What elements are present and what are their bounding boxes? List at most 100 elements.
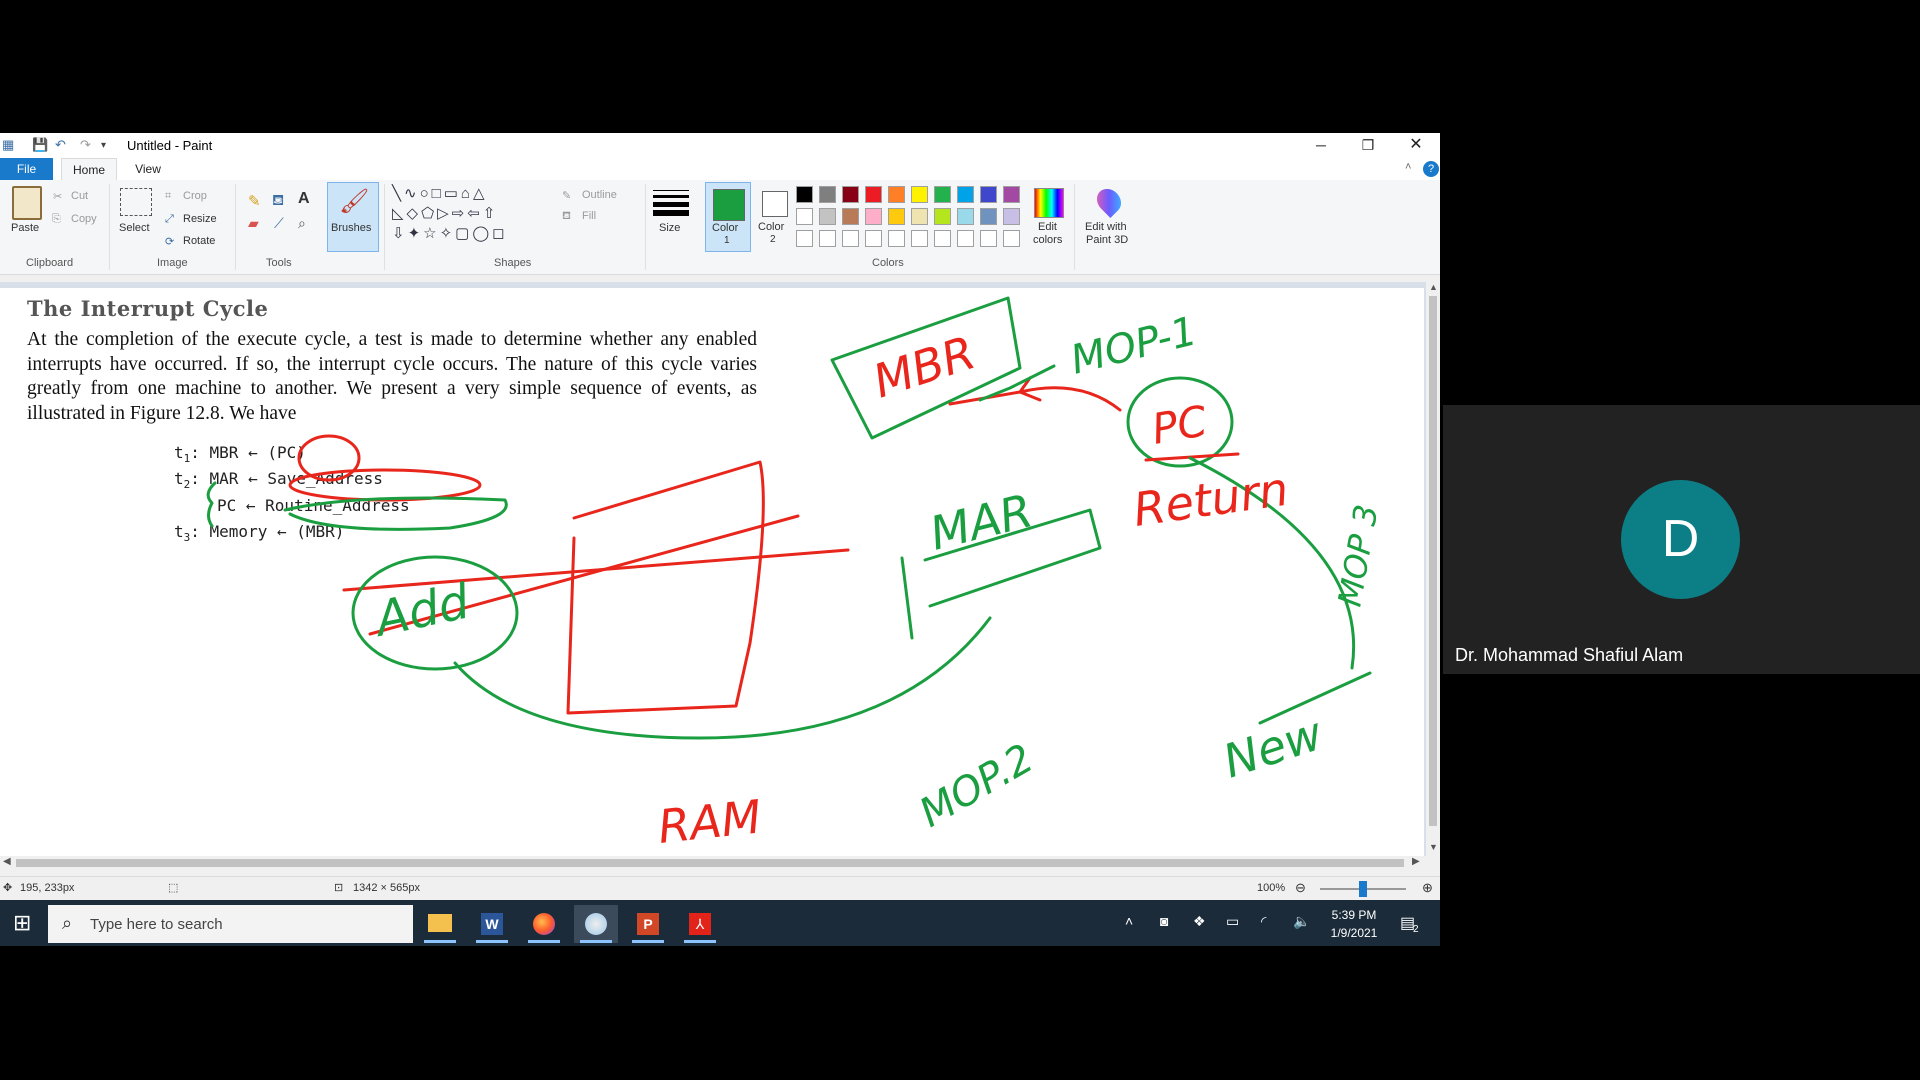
brushes-button[interactable]: 🖌 Brushes: [327, 182, 379, 252]
size-button[interactable]: Size: [659, 222, 680, 234]
palette-color-swatch[interactable]: [819, 186, 836, 203]
palette-color-swatch[interactable]: [865, 186, 882, 203]
zoom-slider-thumb[interactable]: [1359, 881, 1367, 897]
palette-color-swatch[interactable]: [980, 208, 997, 225]
collapse-ribbon-icon[interactable]: ˄: [1405, 161, 1411, 173]
palette-color-swatch[interactable]: [842, 230, 859, 247]
palette-color-swatch[interactable]: [1003, 230, 1020, 247]
vertical-scrollbar[interactable]: ▲ ▼: [1426, 282, 1440, 856]
close-button[interactable]: ✕: [1400, 135, 1432, 155]
participant-video-tile[interactable]: D Dr. Mohammad Shafiul Alam: [1443, 405, 1920, 674]
palette-color-swatch[interactable]: [957, 208, 974, 225]
dropbox-icon[interactable]: ❖: [1193, 913, 1206, 930]
color2-number: 2: [770, 234, 776, 245]
file-explorer-app[interactable]: [418, 905, 462, 943]
palette-color-swatch[interactable]: [957, 230, 974, 247]
edit-with-paint3d-button[interactable]: Edit with: [1085, 221, 1127, 233]
horizontal-scrollbar[interactable]: ◀ ▶: [0, 856, 1426, 870]
minimize-button[interactable]: ─: [1305, 135, 1337, 155]
zoom-slider[interactable]: [1320, 881, 1406, 897]
palette-color-swatch[interactable]: [934, 186, 951, 203]
palette-color-swatch[interactable]: [842, 186, 859, 203]
taskbar-search[interactable]: ⌕ Type here to search: [48, 905, 413, 943]
palette-color-swatch[interactable]: [796, 186, 813, 203]
palette-color-swatch[interactable]: [934, 230, 951, 247]
horizontal-scroll-thumb[interactable]: [16, 859, 1404, 867]
system-clock[interactable]: 5:39 PM 1/9/2021: [1318, 906, 1390, 942]
eraser-icon[interactable]: ▰: [248, 215, 259, 232]
show-hidden-icons[interactable]: ˄: [1125, 913, 1133, 929]
vertical-scroll-thumb[interactable]: [1429, 296, 1437, 826]
palette-color-swatch[interactable]: [980, 230, 997, 247]
meet-now-icon[interactable]: ◙: [1160, 913, 1168, 929]
pencil-icon[interactable]: ✎: [248, 192, 261, 210]
restore-button[interactable]: ❐: [1352, 135, 1384, 155]
acrobat-app[interactable]: ⅄: [678, 905, 722, 943]
fill-bucket-icon[interactable]: ⛾: [272, 192, 284, 211]
word-app[interactable]: W: [470, 905, 514, 943]
customize-toolbar-icon[interactable]: ▾: [101, 140, 106, 151]
firefox-app[interactable]: [522, 905, 566, 943]
fill-button[interactable]: Fill: [582, 210, 596, 222]
shapes-gallery[interactable]: ╲∿○□▭⌂△ ◺◇⬠▷⇨⇦⇧ ⇩✦☆✧▢◯◻: [392, 184, 548, 244]
save-icon[interactable]: 💾: [32, 137, 48, 153]
undo-icon[interactable]: ↶: [55, 137, 66, 153]
palette-color-swatch[interactable]: [888, 186, 905, 203]
palette-color-swatch[interactable]: [865, 208, 882, 225]
scroll-up-icon[interactable]: ▲: [1429, 282, 1438, 292]
rotate-button[interactable]: Rotate: [183, 235, 215, 247]
word-icon: W: [481, 913, 503, 935]
outline-button[interactable]: Outline: [582, 189, 617, 201]
palette-color-swatch[interactable]: [911, 186, 928, 203]
redo-icon[interactable]: ↷: [80, 137, 91, 153]
wifi-icon[interactable]: ◜: [1261, 913, 1266, 930]
palette-color-swatch[interactable]: [1003, 208, 1020, 225]
scroll-right-icon[interactable]: ▶: [1412, 856, 1420, 867]
palette-color-swatch[interactable]: [1003, 186, 1020, 203]
scroll-left-icon[interactable]: ◀: [3, 856, 11, 867]
palette-color-swatch[interactable]: [819, 230, 836, 247]
powerpoint-app[interactable]: P: [626, 905, 670, 943]
palette-color-swatch[interactable]: [911, 230, 928, 247]
help-icon[interactable]: ?: [1423, 161, 1439, 177]
scroll-down-icon[interactable]: ▼: [1429, 842, 1438, 852]
cursor-position: 195, 233px: [20, 882, 75, 894]
color1-button[interactable]: Color 1: [705, 182, 751, 252]
palette-color-swatch[interactable]: [796, 208, 813, 225]
palette-color-swatch[interactable]: [911, 208, 928, 225]
running-indicator: [580, 940, 612, 943]
palette-color-swatch[interactable]: [796, 230, 813, 247]
zoom-out-icon[interactable]: ⊖: [1295, 880, 1306, 896]
tab-home[interactable]: Home: [61, 158, 117, 181]
tab-view[interactable]: View: [130, 158, 166, 180]
select-button[interactable]: Select: [119, 222, 150, 234]
edit-colors-button[interactable]: Edit: [1038, 221, 1057, 233]
palette-color-swatch[interactable]: [819, 208, 836, 225]
palette-color-swatch[interactable]: [980, 186, 997, 203]
palette-color-swatch[interactable]: [888, 208, 905, 225]
palette-color-swatch[interactable]: [865, 230, 882, 247]
windows-start-icon[interactable]: ⊞: [13, 910, 31, 936]
palette-color-swatch[interactable]: [934, 208, 951, 225]
battery-icon[interactable]: ▭: [1226, 913, 1239, 930]
color-picker-icon[interactable]: ⟋: [274, 215, 284, 232]
palette-color-swatch[interactable]: [842, 208, 859, 225]
zoom-in-icon[interactable]: ⊕: [1422, 880, 1433, 896]
copy-button[interactable]: Copy: [71, 213, 97, 225]
status-bar: ✥ 195, 233px ⬚ ⊡ 1342 × 565px 100% ⊖ ⊕: [0, 876, 1440, 901]
color2-button[interactable]: Color 2: [752, 182, 796, 250]
cut-button[interactable]: Cut: [71, 190, 88, 202]
crop-button[interactable]: Crop: [183, 190, 207, 202]
volume-icon[interactable]: 🔈: [1293, 913, 1310, 930]
resize-button[interactable]: Resize: [183, 213, 217, 225]
label-return: Return: [1130, 462, 1292, 537]
drawing-canvas[interactable]: The Interrupt Cycle At the completion of…: [0, 288, 1424, 865]
paste-button[interactable]: Paste: [11, 222, 39, 234]
palette-color-swatch[interactable]: [888, 230, 905, 247]
tab-file[interactable]: File: [0, 158, 53, 180]
magnifier-icon[interactable]: ⌕: [298, 215, 306, 232]
crop-icon: ⌗: [165, 190, 172, 202]
text-tool-icon[interactable]: A: [298, 190, 310, 208]
palette-color-swatch[interactable]: [957, 186, 974, 203]
paint-app[interactable]: [574, 905, 618, 943]
